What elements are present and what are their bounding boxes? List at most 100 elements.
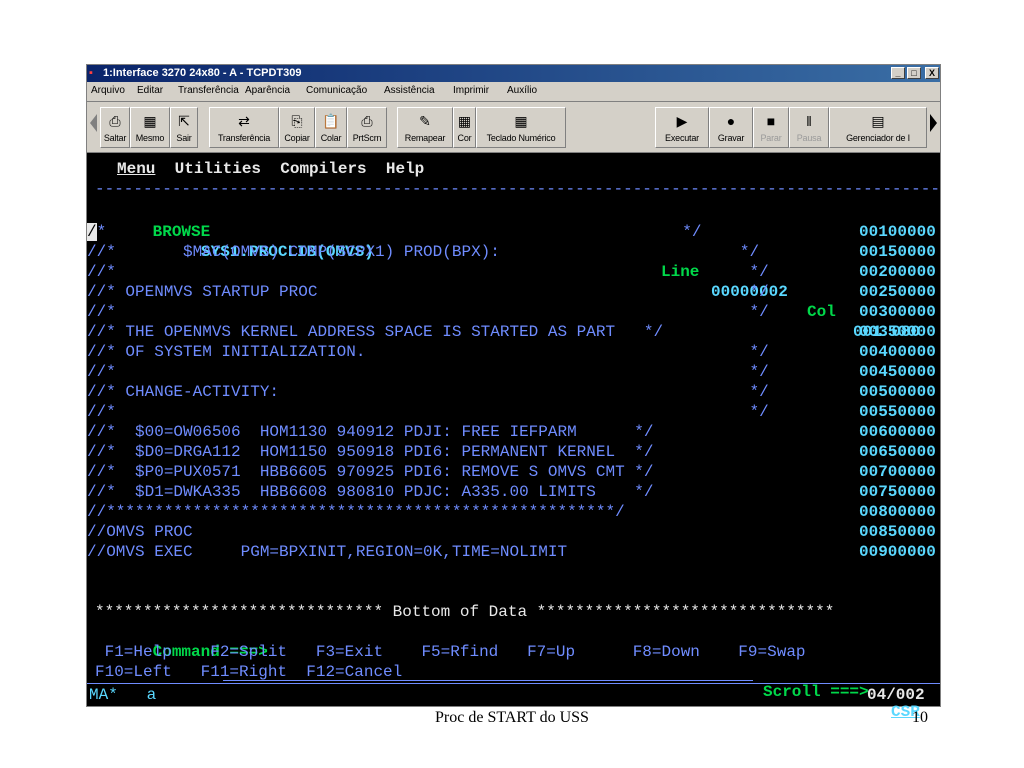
source-line-text: //* */ <box>87 403 769 421</box>
action-menu[interactable]: Menu <box>117 160 155 178</box>
teclado-numerico-button[interactable]: ▦ Teclado Numérico <box>476 107 566 148</box>
terminal-screen[interactable]: Menu Utilities Compilers Help ----------… <box>87 153 940 721</box>
sequence-number: 00750000 <box>859 483 936 501</box>
sequence-number: 00500000 <box>859 383 936 401</box>
sequence-number: 00850000 <box>859 523 936 541</box>
oia-divider <box>87 683 940 684</box>
command-row: Command ===> Scroll ===> CSR <box>95 622 940 721</box>
saltar-icon: ⎙ <box>109 113 121 129</box>
bottom-of-data: ****************************** Bottom of… <box>95 603 835 621</box>
source-line: //OMVS EXEC PGM=BPXINIT,REGION=0K,TIME=N… <box>87 542 936 562</box>
copiar-button[interactable]: ⎘ Copiar <box>279 107 315 148</box>
action-help[interactable]: Help <box>386 160 424 178</box>
print-screen-icon: ⎙ <box>361 113 373 129</box>
maximize-button[interactable]: □ <box>907 67 921 79</box>
source-line: //* OF SYSTEM INITIALIZATION. */ 00400000 <box>87 342 936 362</box>
source-line-text: //* $00=OW06506 HOM1130 940912 PDJI: FRE… <box>87 423 654 441</box>
sequence-number: 00700000 <box>859 463 936 481</box>
menu-editar[interactable]: Editar <box>137 83 163 99</box>
source-line-text: * */ <box>96 223 702 241</box>
source-line: //* THE OPENMVS KERNEL ADDRESS SPACE IS … <box>87 322 936 342</box>
prtscrn-button[interactable]: ⎙ PrtScrn <box>347 107 387 148</box>
source-line: //* */ 00300000 <box>87 302 936 322</box>
source-line: //* $D1=DWKA335 HBB6608 980810 PDJC: A33… <box>87 482 936 502</box>
parar-button[interactable]: ■ Parar <box>753 107 789 148</box>
menu-assistencia[interactable]: Assistência <box>384 83 435 99</box>
keypad-icon: ▦ <box>514 113 528 129</box>
source-line-text: //OMVS PROC <box>87 523 193 541</box>
color-icon: ▦ <box>457 113 472 129</box>
menu-auxilio[interactable]: Auxílio <box>507 83 537 99</box>
cor-button[interactable]: ▦ Cor <box>453 107 476 148</box>
sequence-number: 00200000 <box>859 263 936 281</box>
source-line-text: //* $P0=PUX0571 HBB6605 970925 PDI6: REM… <box>87 463 654 481</box>
manager-icon: ▤ <box>871 113 885 129</box>
close-button[interactable]: X <box>925 67 939 79</box>
menu-transferencia[interactable]: Transferência <box>178 83 239 99</box>
saltar-button[interactable]: ⎙ Saltar <box>100 107 130 148</box>
paste-icon: 📋 <box>322 113 340 129</box>
title-bar[interactable]: ▪ 1:Interface 3270 24x80 - A - TCPDT309 … <box>87 65 940 82</box>
source-line: //* */ 00550000 <box>87 402 936 422</box>
function-keys-row-1: F1=Help F2=Split F3=Exit F5=Rfind F7=Up … <box>95 643 806 661</box>
source-line: //* $MAC(OMVS) COMP(SCPX1) PROD(BPX): */… <box>87 242 936 262</box>
toolbar-scroll-left-icon[interactable] <box>90 114 97 132</box>
window-title: 1:Interface 3270 24x80 - A - TCPDT309 <box>103 67 302 79</box>
pausa-button[interactable]: ‖ Pausa <box>789 107 829 148</box>
menu-arquivo[interactable]: Arquivo <box>91 83 125 99</box>
transferencia-button[interactable]: ⇄ Transferência <box>209 107 279 148</box>
source-line-text: //* $D1=DWKA335 HBB6608 980810 PDJC: A33… <box>87 483 654 501</box>
source-line-text: //* */ <box>87 363 769 381</box>
colar-button[interactable]: 📋 Colar <box>315 107 347 148</box>
record-icon: ● <box>726 113 736 129</box>
slide-page-number: 10 <box>912 709 928 726</box>
sequence-number: 00100000 <box>859 223 936 241</box>
sequence-number: 00650000 <box>859 443 936 461</box>
source-line-text: //* THE OPENMVS KERNEL ADDRESS SPACE IS … <box>87 323 664 341</box>
menu-aparencia[interactable]: Aparência <box>245 83 290 99</box>
source-line: /* */ 00100000 <box>87 222 936 242</box>
minimize-button[interactable]: _ <box>891 67 905 79</box>
source-line: //* $P0=PUX0571 HBB6605 970925 PDI6: REM… <box>87 462 936 482</box>
sair-button[interactable]: ⇱ Sair <box>170 107 198 148</box>
source-line-text: //* $MAC(OMVS) COMP(SCPX1) PROD(BPX): */ <box>87 243 760 261</box>
sequence-number: 00300000 <box>859 303 936 321</box>
browse-header: BROWSE SYS1.PROCLIB(OMVS) Line 00000002 … <box>95 202 940 341</box>
menu-imprimir[interactable]: Imprimir <box>453 83 489 99</box>
action-compilers[interactable]: Compilers <box>280 160 366 178</box>
menu-bar: Arquivo Editar Transferência Aparência C… <box>87 83 940 99</box>
sequence-number: 00600000 <box>859 423 936 441</box>
toolbar: ⎙ Saltar ▦ Mesmo ⇱ Sair ⇄ Transferência ⎘ Cop… <box>87 101 940 153</box>
source-line-text: //* OF SYSTEM INITIALIZATION. */ <box>87 343 769 361</box>
play-icon: ▶ <box>676 113 688 129</box>
sequence-number: 00800000 <box>859 503 936 521</box>
source-line-text: //* OPENMVS STARTUP PROC */ <box>87 283 769 301</box>
action-utilities[interactable]: Utilities <box>175 160 261 178</box>
source-line: //* $00=OW06506 HOM1130 940912 PDJI: FRE… <box>87 422 936 442</box>
mesmo-button[interactable]: ▦ Mesmo <box>130 107 170 148</box>
source-line-text: //* CHANGE-ACTIVITY: */ <box>87 383 769 401</box>
executar-button[interactable]: ▶ Executar <box>655 107 709 148</box>
source-line-text: //* $D0=DRGA112 HOM1150 950918 PDI6: PER… <box>87 443 654 461</box>
source-line: //* CHANGE-ACTIVITY: */ 00500000 <box>87 382 936 402</box>
source-line-text: //* */ <box>87 263 769 281</box>
source-line: //**************************************… <box>87 502 936 522</box>
sequence-number: 00350000 <box>859 323 936 341</box>
separator-line: ----------------------------------------… <box>95 180 940 198</box>
function-keys-row-2: F10=Left F11=Right F12=Cancel <box>95 663 403 681</box>
gravar-button[interactable]: ● Gravar <box>709 107 753 148</box>
source-line: //* */ 00450000 <box>87 362 936 382</box>
source-line-text: //* */ <box>87 303 769 321</box>
sair-icon: ⇱ <box>178 113 190 129</box>
menu-comunicacao[interactable]: Comunicação <box>306 83 367 99</box>
remap-icon: ✎ <box>419 113 431 129</box>
transfer-icon: ⇄ <box>238 113 250 129</box>
remapear-button[interactable]: ✎ Remapear <box>397 107 453 148</box>
gerenciador-button[interactable]: ▤ Gerenciador de I <box>829 107 927 148</box>
mesmo-icon: ▦ <box>143 113 157 129</box>
source-line: //* */ 00200000 <box>87 262 936 282</box>
source-line: //* $D0=DRGA112 HOM1150 950918 PDI6: PER… <box>87 442 936 462</box>
toolbar-scroll-right-icon[interactable] <box>930 114 937 132</box>
sequence-number: 00450000 <box>859 363 936 381</box>
sequence-number: 00250000 <box>859 283 936 301</box>
